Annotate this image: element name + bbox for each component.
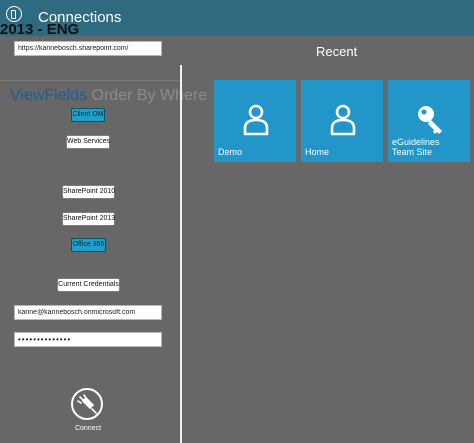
connect-button[interactable]: Connect <box>68 388 108 438</box>
site-url-input[interactable] <box>14 41 162 56</box>
vertical-separator <box>180 65 182 443</box>
password-input[interactable] <box>14 332 162 347</box>
sharepoint-2010-button[interactable]: SharePoint 2010 <box>62 185 115 199</box>
user-icon <box>243 104 269 136</box>
client-om-button[interactable]: Client OM <box>71 108 105 122</box>
sharepoint-2013-button[interactable]: SharePoint 2013 <box>62 212 115 226</box>
divider <box>0 80 180 81</box>
back-button[interactable] <box>6 6 22 22</box>
title-bar: Connections 2013 - ENG <box>0 0 474 38</box>
user-icon <box>330 104 356 136</box>
connections-window: Connections 2013 - ENG ViewFields Order … <box>0 0 474 443</box>
tile-label: Demo <box>218 147 243 157</box>
background-tab-rest: Order By Where <box>87 87 208 104</box>
tile-label: Home <box>305 147 330 157</box>
background-tabs: ViewFields Order By Where <box>10 87 207 105</box>
connect-label: Connect <box>74 425 102 432</box>
recent-tile-home[interactable]: Home <box>301 80 383 162</box>
office-365-button[interactable]: Office 365 <box>71 238 106 252</box>
background-version-text: 2013 - ENG <box>0 21 80 38</box>
plug-icon <box>71 388 103 420</box>
recent-heading: Recent <box>316 44 358 59</box>
key-icon <box>418 106 442 134</box>
recent-tile-demo[interactable]: Demo <box>214 80 296 162</box>
current-credentials-button[interactable]: Current Credentials <box>57 278 120 292</box>
back-icon <box>11 10 16 19</box>
tile-label: eGuidelines Team Site <box>392 137 466 157</box>
background-tab-viewfields: ViewFields <box>10 87 88 104</box>
web-services-button[interactable]: Web Services <box>66 135 110 149</box>
tile-label-line-1: eGuidelines <box>392 137 440 147</box>
username-input[interactable] <box>14 305 162 320</box>
tile-label-line-2: Team Site <box>392 147 433 157</box>
recent-tile-eguidelines[interactable]: eGuidelines Team Site <box>388 80 470 162</box>
